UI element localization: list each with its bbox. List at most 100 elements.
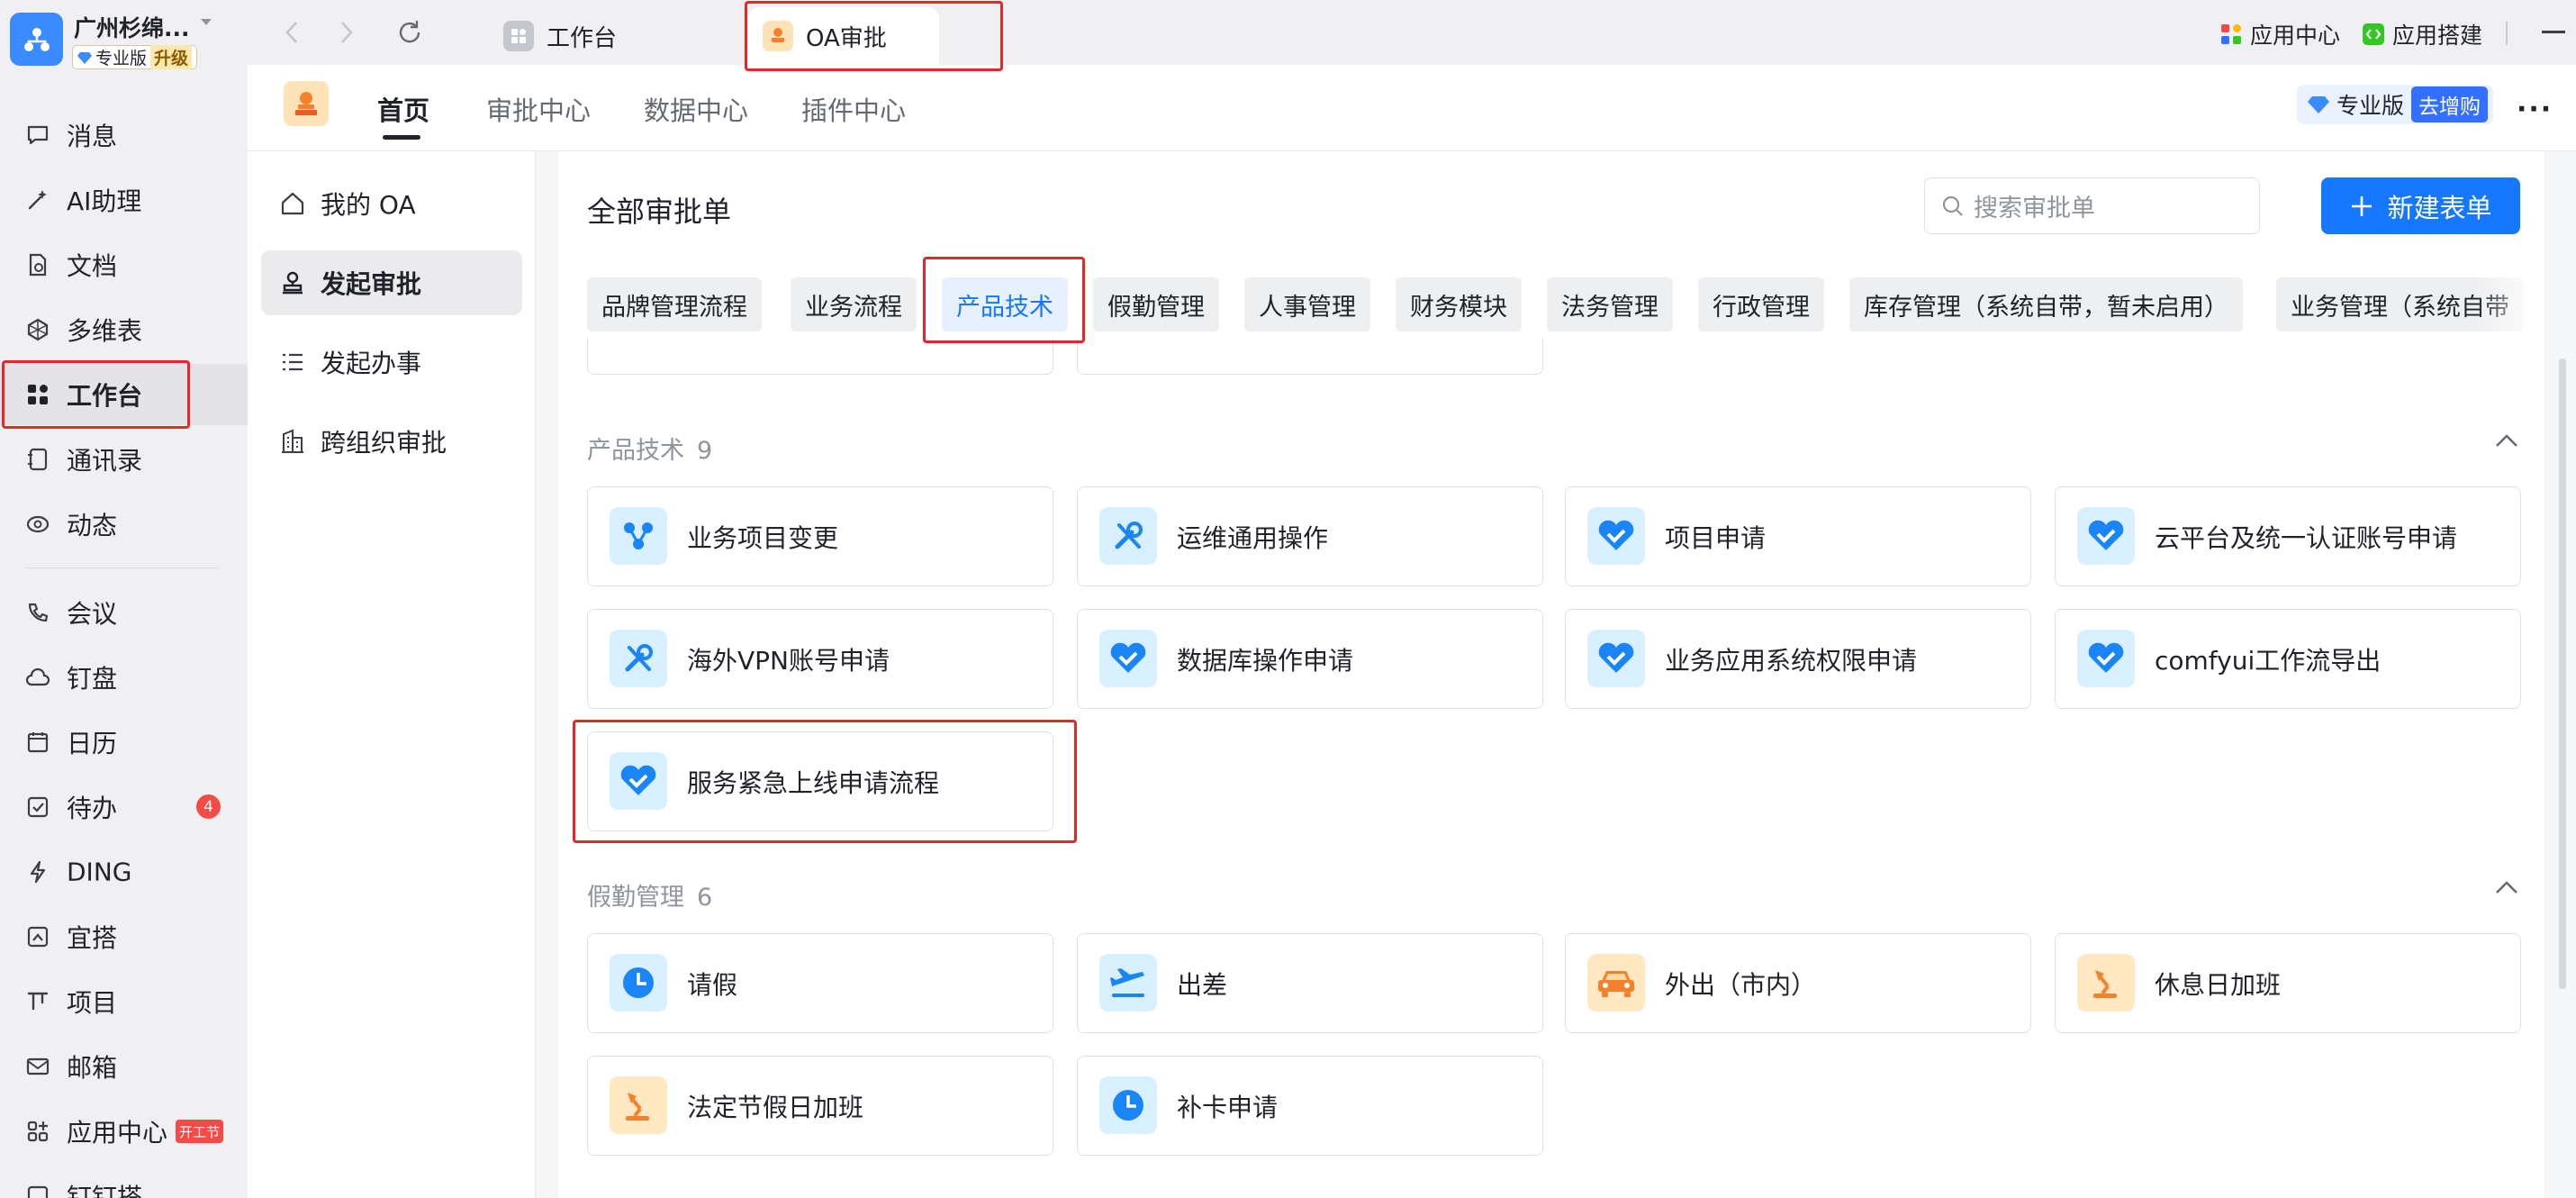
wrench-icon [1099, 507, 1157, 565]
sidebar-item-calendar[interactable]: 日历 [0, 712, 248, 773]
sidebar-item-multi-table[interactable]: 多维表 [0, 299, 248, 360]
edition-badge[interactable]: 专业版 升级 [72, 45, 198, 69]
category-chip[interactable]: 品牌管理流程 [587, 277, 762, 331]
section-header-attendance: 假勤管理 6 [587, 877, 712, 912]
contacts-icon [28, 448, 48, 471]
back-icon[interactable] [284, 20, 300, 45]
sidebar-item-mail[interactable]: 邮箱 [0, 1036, 248, 1097]
more-button[interactable]: ··· [2517, 94, 2553, 125]
form-label: 法定节假日加班 [687, 1092, 864, 1122]
form-card-partial[interactable] [587, 339, 1053, 375]
window-tab-bar: 工作台 OA审批 应用中心 应用搭建 [248, 0, 2576, 65]
app-center-link[interactable]: 应用中心 [2219, 18, 2340, 50]
new-form-label: 新建表单 [2387, 192, 2492, 223]
sidebar-item-docs[interactable]: 文档 [0, 234, 248, 295]
yida-icon [27, 926, 49, 948]
oa-nav-cross-org[interactable]: 跨组织审批 [261, 409, 522, 474]
new-form-button[interactable]: 新建表单 [2321, 177, 2520, 234]
org-avatar[interactable] [10, 13, 63, 66]
chevron-up-icon[interactable] [2494, 879, 2519, 895]
app-center-icon [27, 1121, 49, 1142]
category-chip[interactable]: 库存管理（系统自带，暂未启用） [1849, 277, 2243, 331]
chevron-up-icon[interactable] [2494, 432, 2519, 449]
category-chip[interactable]: 法务管理 [1547, 277, 1673, 331]
form-card[interactable]: 云平台及统一认证账号申请 [2055, 486, 2521, 586]
form-card[interactable]: 休息日加班 [2055, 933, 2521, 1033]
category-chip[interactable]: 人事管理 [1244, 277, 1370, 331]
project-icon [27, 992, 49, 1011]
minimize-icon[interactable] [2542, 31, 2565, 34]
category-chip[interactable]: 假勤管理 [1093, 277, 1219, 331]
sidebar-item-ding[interactable]: DING [0, 841, 248, 903]
sidebar-item-contacts[interactable]: 通讯录 [0, 429, 248, 490]
oa-nav-my-oa[interactable]: 我的 OA [261, 171, 522, 236]
forward-icon[interactable] [339, 20, 355, 45]
sidebar-item-dingtalk-builder[interactable]: 钉钉搭 [0, 1166, 248, 1198]
oa-nav-start-affair[interactable]: 发起办事 [261, 330, 522, 395]
oa-nav-start-approval[interactable]: 发起审批 [261, 250, 522, 315]
sidebar-item-ai-assistant[interactable]: AI助理 [0, 169, 248, 231]
sidebar-item-label: DING [67, 857, 132, 887]
sidebar-item-cloud-disk[interactable]: 钉盘 [0, 647, 248, 708]
tab-workbench[interactable]: 工作台 [489, 7, 631, 65]
content-scrollbar[interactable] [2559, 358, 2566, 989]
sidebar-item-project[interactable]: 项目 [0, 971, 248, 1032]
pro-edition-chip[interactable]: 专业版 去增购 [2297, 85, 2494, 124]
sidebar-item-meeting[interactable]: 会议 [0, 582, 248, 643]
form-card[interactable]: 运维通用操作 [1077, 486, 1543, 586]
tab-oa-approval[interactable]: OA审批 [748, 7, 939, 65]
app-tab-approval-center[interactable]: 审批中心 [486, 90, 591, 128]
category-chip[interactable]: 业务流程 [791, 277, 917, 331]
sidebar-item-label: 待办 [67, 794, 118, 823]
form-card[interactable]: 外出（市内） [1565, 933, 2031, 1033]
todo-count-badge: 4 [196, 794, 221, 819]
sidebar-item-messages[interactable]: 消息 [0, 104, 248, 166]
form-card[interactable]: 项目申请 [1565, 486, 2031, 586]
form-card[interactable]: 海外VPN账号申请 [587, 609, 1053, 709]
buy-more-button[interactable]: 去增购 [2411, 86, 2489, 123]
diamond-icon [77, 51, 92, 64]
app-center-color-icon [2221, 24, 2241, 44]
form-card[interactable]: comfyui工作流导出 [2055, 609, 2521, 709]
form-card[interactable]: 请假 [587, 933, 1053, 1033]
app-tab-data-center[interactable]: 数据中心 [644, 90, 748, 128]
sidebar-item-workbench[interactable]: 工作台 [0, 364, 248, 425]
form-card[interactable]: 业务项目变更 [587, 486, 1053, 586]
promo-badge: 开工节 [176, 1120, 224, 1143]
sidebar-item-todo[interactable]: 待办 4 [0, 776, 248, 838]
car-icon [1587, 954, 1645, 1012]
form-label: 海外VPN账号申请 [687, 645, 890, 676]
app-build-link[interactable]: 应用搭建 [2362, 18, 2482, 50]
category-chip[interactable]: 财务模块 [1396, 277, 1522, 331]
form-card[interactable]: 出差 [1077, 933, 1543, 1033]
app-center-label: 应用中心 [2250, 23, 2341, 49]
sidebar-item-yida[interactable]: 宜搭 [0, 906, 248, 967]
app-tab-plugin-center[interactable]: 插件中心 [801, 90, 906, 128]
search-input[interactable]: 搜索审批单 [1924, 177, 2260, 234]
upgrade-link[interactable]: 升级 [150, 45, 193, 69]
mail-icon [26, 1057, 50, 1075]
sidebar-item-label: 文档 [67, 251, 118, 281]
refresh-icon[interactable] [395, 18, 424, 47]
search-placeholder: 搜索审批单 [1974, 195, 2095, 222]
form-card[interactable]: 数据库操作申请 [1077, 609, 1543, 709]
share-nodes-icon [610, 507, 667, 565]
form-card[interactable]: 服务紧急上线申请流程 [587, 731, 1053, 831]
sidebar-item-moments[interactable]: 动态 [0, 494, 248, 555]
form-card[interactable]: 补卡申请 [1077, 1056, 1543, 1156]
form-card[interactable]: 业务应用系统权限申请 [1565, 609, 2031, 709]
category-chip[interactable]: 行政管理 [1698, 277, 1824, 331]
category-chip-active[interactable]: 产品技术 [942, 277, 1068, 331]
caret-down-icon[interactable] [200, 18, 212, 27]
form-card[interactable]: 法定节假日加班 [587, 1056, 1053, 1156]
form-card-partial[interactable] [1077, 339, 1543, 375]
section-count: 6 [697, 884, 713, 912]
oa-nav-label: 跨组织审批 [321, 428, 447, 458]
app-tab-home[interactable]: 首页 [377, 90, 429, 128]
form-label: 项目申请 [1665, 522, 1767, 553]
app-window: 广州杉绵... 专业版 升级 消息 AI助理 文档 多维表 工作台 通讯录 动态… [0, 0, 2576, 1198]
sidebar-item-app-center[interactable]: 应用中心 开工节 [0, 1101, 248, 1162]
heart-check-icon [2077, 507, 2135, 565]
org-name[interactable]: 广州杉绵... [74, 11, 190, 43]
sidebar-item-label: 多维表 [67, 316, 143, 346]
